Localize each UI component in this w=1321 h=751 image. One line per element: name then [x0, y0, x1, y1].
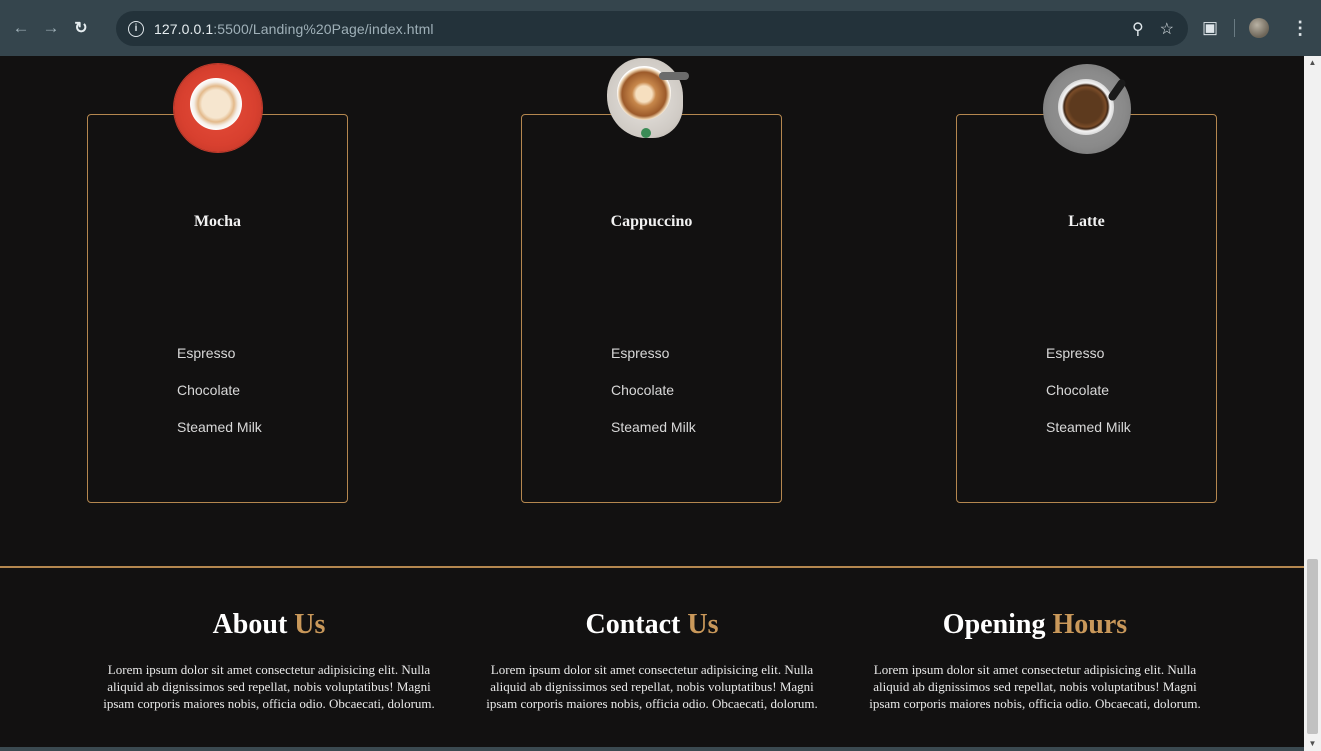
footer-text: Lorem ipsum dolor sit amet consectetur a…: [869, 662, 1201, 711]
star-icon[interactable]: ☆: [1160, 19, 1174, 39]
profile-avatar[interactable]: [1249, 18, 1270, 38]
scroll-thumb[interactable]: [1307, 559, 1318, 734]
url-text[interactable]: 127.0.0.1:5500/Landing%20Page/index.html: [154, 21, 434, 37]
footer-heading: Opening Hours: [865, 608, 1205, 642]
forward-arrow-icon[interactable]: →: [40, 17, 62, 39]
mocha-cup-image: [174, 64, 262, 152]
kebab-menu-icon[interactable]: ⋮: [1291, 19, 1309, 37]
ingredient-list: Espresso Chocolate Steamed Milk: [177, 345, 262, 456]
product-card-mocha: Mocha Espresso Chocolate Steamed Milk: [87, 114, 348, 503]
zoom-icon[interactable]: ⚲: [1132, 19, 1144, 39]
ingredient-item: Steamed Milk: [611, 419, 696, 435]
scroll-down-arrow-icon[interactable]: ▼: [1304, 737, 1321, 751]
section-divider: [0, 566, 1304, 568]
url-path: :5500/Landing%20Page/index.html: [213, 20, 434, 37]
heading-accent: Hours: [1052, 609, 1128, 640]
ingredient-item: Espresso: [611, 345, 670, 361]
heading-accent: Us: [294, 609, 326, 640]
footer-contact: Contact Us Lorem ipsum dolor sit amet co…: [482, 608, 822, 712]
ingredient-item: Steamed Milk: [1046, 419, 1131, 435]
product-title: Latte: [1068, 213, 1105, 230]
bottom-bar: [0, 747, 1304, 751]
spoon-decoration: [641, 128, 651, 138]
ingredient-item: Espresso: [177, 345, 236, 361]
footer-text: Lorem ipsum dolor sit amet consectetur a…: [103, 662, 435, 711]
ingredient-item: Chocolate: [611, 382, 675, 398]
ingredient-item: Steamed Milk: [177, 419, 262, 435]
ingredient-list: Espresso Chocolate Steamed Milk: [611, 345, 696, 456]
heading-main: About: [212, 609, 288, 640]
browser-toolbar: ← → ↻ i 127.0.0.1:5500/Landing%20Page/in…: [0, 0, 1321, 56]
ingredient-list: Espresso Chocolate Steamed Milk: [1046, 345, 1131, 456]
footer-text: Lorem ipsum dolor sit amet consectetur a…: [486, 662, 818, 711]
info-icon[interactable]: i: [128, 20, 144, 37]
address-bar[interactable]: i 127.0.0.1:5500/Landing%20Page/index.ht…: [116, 11, 1188, 46]
ingredient-item: Espresso: [1046, 345, 1105, 361]
back-arrow-icon[interactable]: ←: [10, 17, 32, 39]
url-host: 127.0.0.1: [154, 20, 214, 37]
footer-about: About Us Lorem ipsum dolor sit amet cons…: [99, 608, 439, 712]
product-card-latte: Latte Espresso Chocolate Steamed Milk: [956, 114, 1217, 503]
latte-cup-image: [1043, 64, 1131, 154]
cappuccino-cup-image: [607, 58, 689, 138]
product-card-cappuccino: Cappuccino Espresso Chocolate Steamed Mi…: [521, 114, 782, 503]
reload-icon[interactable]: ↻: [70, 17, 92, 39]
ingredient-item: Chocolate: [1046, 382, 1110, 398]
extensions-icon[interactable]: ▣: [1202, 18, 1218, 38]
heading-main: Contact: [585, 609, 681, 640]
vertical-scrollbar[interactable]: ▲ ▼: [1304, 56, 1321, 751]
heading-accent: Us: [687, 609, 719, 640]
footer-hours: Opening Hours Lorem ipsum dolor sit amet…: [865, 608, 1205, 712]
toolbar-separator: [1234, 19, 1236, 37]
footer-heading: About Us: [99, 608, 439, 642]
heading-main: Opening: [942, 609, 1046, 640]
scroll-up-arrow-icon[interactable]: ▲: [1304, 56, 1321, 70]
page-viewport: Mocha Espresso Chocolate Steamed Milk Ca…: [0, 56, 1304, 751]
footer-heading: Contact Us: [482, 608, 822, 642]
product-title: Mocha: [193, 213, 242, 230]
ingredient-item: Chocolate: [177, 382, 241, 398]
product-title: Cappuccino: [610, 213, 693, 230]
